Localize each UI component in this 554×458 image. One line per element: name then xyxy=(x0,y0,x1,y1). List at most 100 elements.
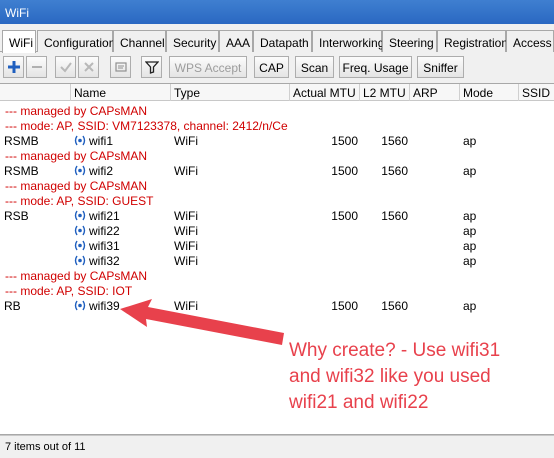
freq-usage-button[interactable]: Freq. Usage xyxy=(339,56,412,78)
comment-row[interactable]: --- managed by CAPsMAN xyxy=(0,103,554,118)
filter-icon xyxy=(145,61,159,74)
tab-security[interactable]: Security xyxy=(166,30,219,52)
column-header-mode[interactable]: Mode xyxy=(460,84,519,101)
row-mode: ap xyxy=(463,254,477,268)
row-name: wifi31 xyxy=(89,239,120,253)
row-flags: RB xyxy=(4,299,21,313)
table-row[interactable]: wifi31 WiFi ap xyxy=(0,238,554,253)
row-l2-mtu: 1560 xyxy=(381,209,408,223)
add-button[interactable] xyxy=(3,56,24,78)
comment-button[interactable] xyxy=(110,56,131,78)
check-icon xyxy=(60,62,72,73)
row-mode: ap xyxy=(463,209,477,223)
disable-button[interactable] xyxy=(78,56,99,78)
annotation-line: Why create? - Use wifi31 xyxy=(289,340,501,361)
annotation-line: and wifi32 like you used xyxy=(289,366,491,387)
row-actual-mtu: 1500 xyxy=(331,299,358,313)
wireless-icon xyxy=(74,240,86,251)
comment-text: --- managed by CAPsMAN xyxy=(5,149,148,163)
table-row[interactable]: RSB wifi21 WiFi 1500 1560 ap xyxy=(0,208,554,223)
row-type: WiFi xyxy=(174,224,198,238)
row-name: wifi22 xyxy=(89,224,120,238)
row-flags: RSB xyxy=(4,209,29,223)
annotation-line: wifi21 and wifi22 xyxy=(289,392,429,413)
table-row[interactable]: RSMB wifi2 WiFi 1500 1560 ap xyxy=(0,163,554,178)
window-title-bar: WiFi xyxy=(0,0,554,24)
tab-label: Steering xyxy=(389,36,434,50)
tab-label: WiFi xyxy=(9,36,33,50)
row-type: WiFi xyxy=(174,299,198,313)
row-mode: ap xyxy=(463,299,477,313)
tab-interworking[interactable]: Interworking xyxy=(312,30,384,52)
row-type: WiFi xyxy=(174,254,198,268)
row-name: wifi32 xyxy=(89,254,120,268)
wireless-icon xyxy=(74,165,86,176)
tab-label: Configuration xyxy=(44,36,116,50)
row-l2-mtu: 1560 xyxy=(381,134,408,148)
tab-registration[interactable]: Registration xyxy=(437,30,508,52)
column-header-flags[interactable] xyxy=(0,84,71,101)
column-header-ssid[interactable]: SSID xyxy=(519,84,554,101)
filter-button[interactable] xyxy=(141,56,162,78)
column-header-l2-mtu[interactable]: L2 MTU xyxy=(360,84,410,101)
tab-bar: WiFi Configuration Channel Security AAA … xyxy=(0,30,554,53)
comment-row[interactable]: --- managed by CAPsMAN xyxy=(0,268,554,283)
comment-row[interactable]: --- managed by CAPsMAN xyxy=(0,178,554,193)
tab-label: Security xyxy=(173,36,217,50)
comment-row[interactable]: --- managed by CAPsMAN xyxy=(0,148,554,163)
row-mode: ap xyxy=(463,134,477,148)
toolbar: WPS Accept CAP Scan Freq. Usage Sniffer xyxy=(0,56,554,80)
remove-icon xyxy=(32,66,42,68)
status-bar: 7 items out of 11 xyxy=(0,435,554,458)
wireless-icon xyxy=(74,255,86,266)
tab-wifi[interactable]: WiFi xyxy=(2,30,36,53)
cap-button[interactable]: CAP xyxy=(254,56,289,78)
row-l2-mtu: 1560 xyxy=(381,164,408,178)
column-header-type[interactable]: Type xyxy=(171,84,290,101)
comment-row[interactable]: --- mode: AP, SSID: IOT xyxy=(0,283,554,298)
row-l2-mtu: 1560 xyxy=(381,299,408,313)
tab-configuration[interactable]: Configuration xyxy=(37,30,116,52)
window-title: WiFi xyxy=(5,6,29,20)
column-header-arp[interactable]: ARP xyxy=(410,84,460,101)
tab-label: Access L xyxy=(513,36,554,50)
tab-steering[interactable]: Steering xyxy=(382,30,437,52)
row-name: wifi2 xyxy=(89,164,114,178)
comment-text: --- managed by CAPsMAN xyxy=(5,269,148,283)
tab-datapath[interactable]: Datapath xyxy=(253,30,312,52)
wps-accept-button[interactable]: WPS Accept xyxy=(169,56,247,78)
table-row[interactable]: wifi32 WiFi ap xyxy=(0,253,554,268)
scan-button[interactable]: Scan xyxy=(295,56,334,78)
remove-button[interactable] xyxy=(26,56,47,78)
enable-button[interactable] xyxy=(55,56,76,78)
column-header-actual-mtu[interactable]: Actual MTU xyxy=(290,84,360,101)
tab-aaa[interactable]: AAA xyxy=(219,30,253,52)
row-name: wifi21 xyxy=(89,209,120,223)
wireless-icon xyxy=(74,210,86,221)
column-header-name[interactable]: Name xyxy=(71,84,171,101)
tab-channel[interactable]: Channel xyxy=(113,30,166,52)
wireless-icon xyxy=(74,225,86,236)
sniffer-button[interactable]: Sniffer xyxy=(417,56,464,78)
annotation-text: Why create? - Use wifi31 and wifi32 like… xyxy=(289,338,549,416)
comment-text: --- mode: AP, SSID: IOT xyxy=(5,284,133,298)
row-actual-mtu: 1500 xyxy=(331,134,358,148)
row-type: WiFi xyxy=(174,164,198,178)
comment-row[interactable]: --- mode: AP, SSID: VM7123378, channel: … xyxy=(0,118,554,133)
row-mode: ap xyxy=(463,164,477,178)
comment-icon xyxy=(115,62,127,72)
row-actual-mtu: 1500 xyxy=(331,164,358,178)
comment-text: --- managed by CAPsMAN xyxy=(5,179,148,193)
table-row[interactable]: wifi22 WiFi ap xyxy=(0,223,554,238)
comment-row[interactable]: --- mode: AP, SSID: GUEST xyxy=(0,193,554,208)
item-count: 7 items out of 11 xyxy=(5,441,86,453)
row-flags: RSMB xyxy=(4,134,39,148)
table-row[interactable]: RB wifi39 WiFi 1500 1560 ap xyxy=(0,298,554,313)
tab-label: Datapath xyxy=(260,36,309,50)
add-icon xyxy=(8,61,20,73)
table-row[interactable]: RSMB wifi1 WiFi 1500 1560 ap xyxy=(0,133,554,148)
tab-access-list[interactable]: Access L xyxy=(506,30,554,52)
row-actual-mtu: 1500 xyxy=(331,209,358,223)
row-type: WiFi xyxy=(174,134,198,148)
row-name: wifi1 xyxy=(89,134,114,148)
